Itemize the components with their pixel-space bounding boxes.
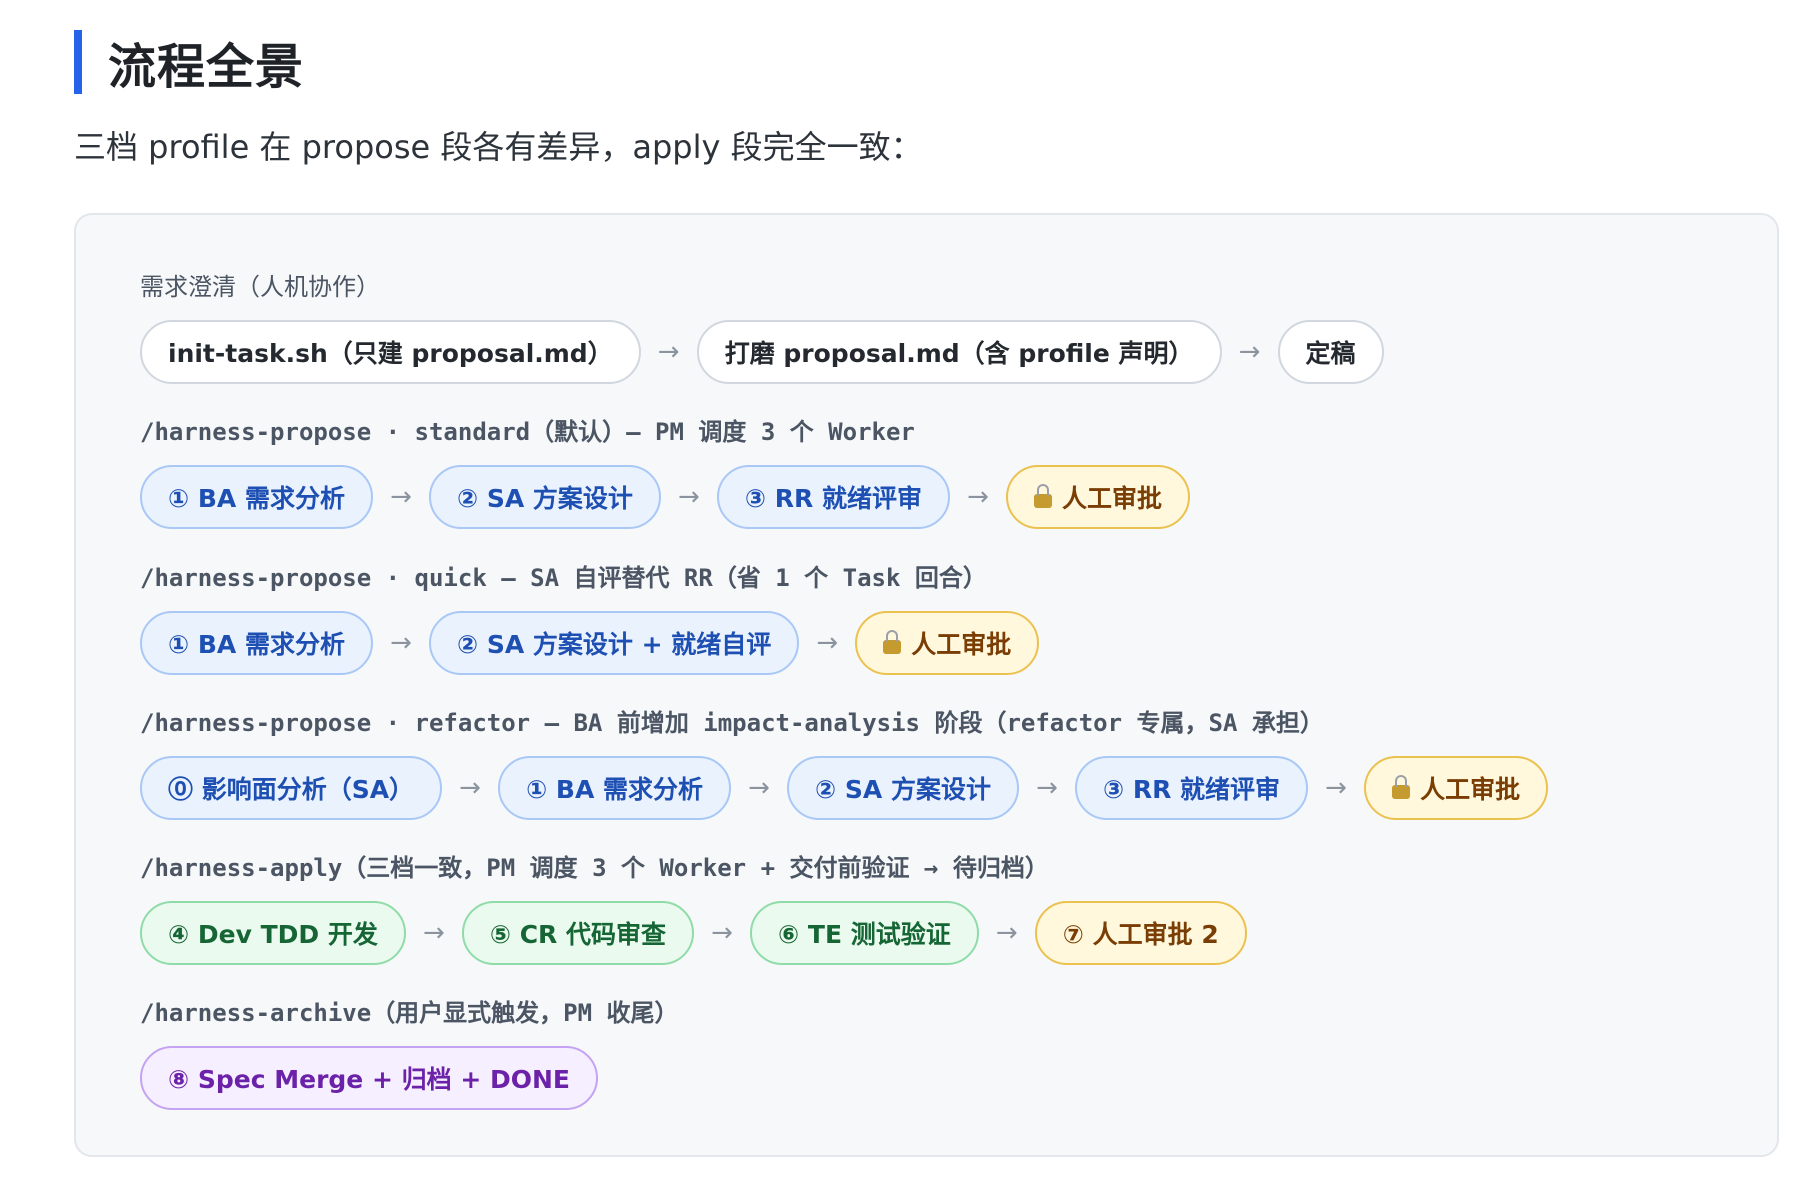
approval-pill: ⑦ 人工审批 2	[1034, 901, 1247, 965]
arrow-icon: →	[995, 918, 1018, 948]
lock-icon	[883, 630, 902, 654]
arrow-icon: →	[816, 628, 839, 658]
arrow-icon: →	[678, 482, 700, 512]
arrow-icon: →	[390, 482, 412, 512]
step-label: 人工审批	[1420, 775, 1521, 804]
arrow-icon: →	[1325, 773, 1347, 803]
section-propose-refactor: /harness-propose · refactor — BA 前增加 imp…	[140, 706, 1549, 820]
step-pill: ④ Dev TDD 开发	[140, 901, 406, 965]
approval-pill: 人工审批	[1364, 756, 1549, 820]
arrow-icon: →	[459, 773, 481, 803]
step-pill: 打磨 proposal.md（含 profile 声明）	[696, 320, 1222, 384]
step-pill: ③ RR 就绪评审	[716, 465, 950, 529]
section-archive: /harness-archive（用户显式触发，PM 收尾） ⑧ Spec Me…	[140, 996, 679, 1110]
section-propose-standard: /harness-propose · standard（默认）— PM 调度 3…	[140, 415, 1191, 529]
arrow-icon: →	[1036, 773, 1058, 803]
step-pill: ② SA 方案设计	[428, 465, 661, 529]
section-clarify: 需求澄清（人机协作） init-task.sh（只建 proposal.md） …	[140, 270, 1384, 384]
step-row: ① BA 需求分析 → ② SA 方案设计 + 就绪自评 → 人工审批	[140, 611, 1040, 675]
intro-text: 三档 profile 在 propose 段各有差异，apply 段完全一致：	[74, 128, 923, 166]
step-row: ⑧ Spec Merge + 归档 + DONE	[140, 1046, 679, 1110]
step-pill: ② SA 方案设计	[787, 756, 1019, 820]
step-label: 人工审批	[911, 630, 1012, 659]
step-pill: ② SA 方案设计 + 就绪自评	[428, 611, 800, 675]
step-pill: ⑤ CR 代码审查	[461, 901, 695, 965]
section-label: /harness-propose · standard（默认）— PM 调度 3…	[140, 418, 915, 446]
step-pill: ① BA 需求分析	[140, 465, 373, 529]
page-title: 流程全景	[74, 30, 304, 95]
step-row: ④ Dev TDD 开发 → ⑤ CR 代码审查 → ⑥ TE 测试验证 → ⑦…	[140, 901, 1247, 965]
step-label: 人工审批	[1062, 484, 1163, 513]
step-pill: ⑥ TE 测试验证	[750, 901, 979, 965]
arrow-icon: →	[1238, 337, 1261, 367]
approval-pill: 人工审批	[855, 611, 1040, 675]
step-pill: 定稿	[1277, 320, 1384, 384]
approval-pill: 人工审批	[1006, 465, 1191, 529]
step-row: init-task.sh（只建 proposal.md） → 打磨 propos…	[140, 320, 1384, 384]
arrow-icon: →	[711, 918, 733, 948]
section-label: /harness-archive（用户显式触发，PM 收尾）	[140, 999, 679, 1027]
arrow-icon: →	[748, 773, 770, 803]
step-pill: ⑧ Spec Merge + 归档 + DONE	[140, 1046, 598, 1110]
arrow-icon: →	[422, 918, 445, 948]
section-apply: /harness-apply（三档一致，PM 调度 3 个 Worker + 交…	[140, 851, 1247, 965]
step-row: ① BA 需求分析 → ② SA 方案设计 → ③ RR 就绪评审 → 人工审批	[140, 465, 1191, 529]
section-label: 需求澄清（人机协作）	[140, 273, 380, 301]
arrow-icon: →	[967, 482, 989, 512]
arrow-icon: →	[390, 628, 412, 658]
step-pill: ⓪ 影响面分析（SA）	[140, 756, 443, 820]
step-pill: ③ RR 就绪评审	[1074, 756, 1309, 820]
step-pill: init-task.sh（只建 proposal.md）	[140, 320, 641, 384]
arrow-icon: →	[657, 337, 680, 367]
step-row: ⓪ 影响面分析（SA） → ① BA 需求分析 → ② SA 方案设计 → ③ …	[140, 756, 1549, 820]
section-label: /harness-propose · refactor — BA 前增加 imp…	[140, 709, 1324, 737]
lock-icon	[1392, 775, 1411, 799]
section-label: /harness-propose · quick — SA 自评替代 RR（省 …	[140, 564, 987, 592]
section-propose-quick: /harness-propose · quick — SA 自评替代 RR（省 …	[140, 561, 1040, 675]
section-label: /harness-apply（三档一致，PM 调度 3 个 Worker + 交…	[140, 854, 1049, 882]
step-pill: ① BA 需求分析	[140, 611, 373, 675]
lock-icon	[1034, 484, 1052, 508]
step-pill: ① BA 需求分析	[498, 756, 732, 820]
